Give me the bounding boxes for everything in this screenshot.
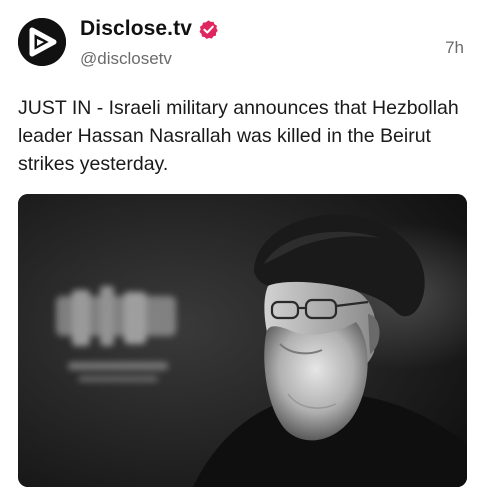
post-text: JUST IN - Israeli military announces tha… <box>18 97 459 175</box>
avatar[interactable] <box>18 18 66 66</box>
post-media-photo[interactable] <box>18 194 467 487</box>
author-display-name[interactable]: Disclose.tv <box>80 17 192 41</box>
post-card[interactable]: Disclose.tv @disclosetv 7h JUST IN - Isr… <box>0 0 486 500</box>
post-timestamp: 7h <box>445 38 464 57</box>
background-emblem <box>56 286 176 382</box>
verified-badge-icon <box>199 19 218 39</box>
author-handle[interactable]: @disclosetv <box>80 49 172 69</box>
disclose-play-logo-icon <box>18 18 66 66</box>
author-line: Disclose.tv <box>80 17 219 41</box>
photo <box>18 194 467 487</box>
